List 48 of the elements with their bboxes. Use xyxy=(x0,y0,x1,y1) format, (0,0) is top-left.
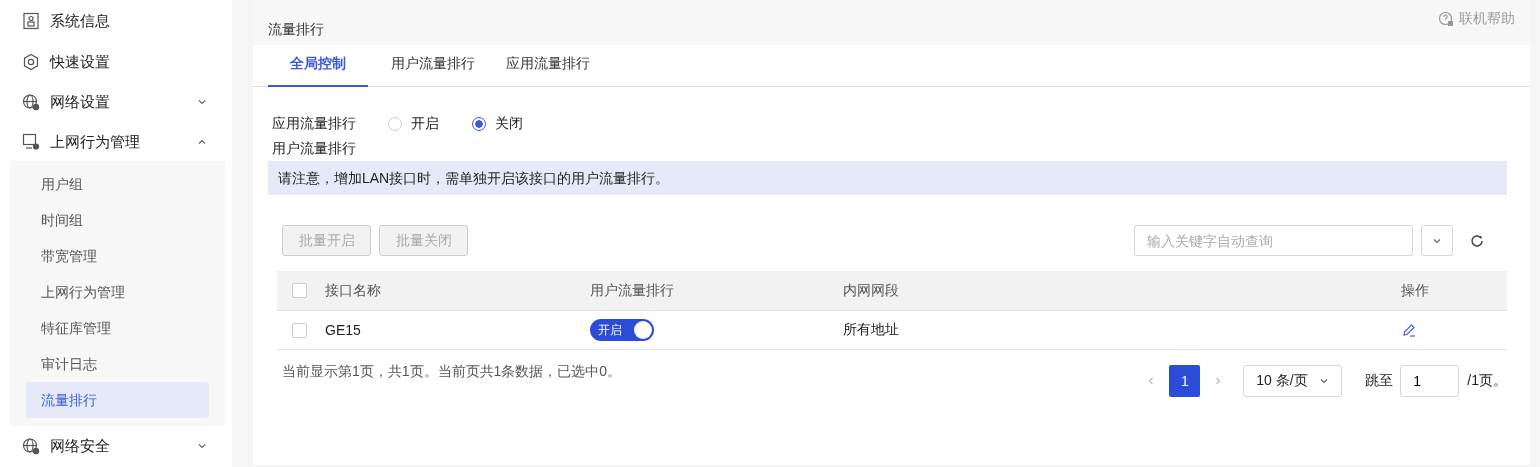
table-cell-text: GE15 xyxy=(325,322,362,338)
tab[interactable]: 应用流量排行 xyxy=(498,45,598,87)
page-button[interactable]: 1 xyxy=(1169,365,1201,397)
radio-option[interactable]: 关闭 xyxy=(472,115,523,133)
monitor-gear-icon xyxy=(22,133,40,151)
submenu-item[interactable]: 上网行为管理 xyxy=(26,274,209,310)
radio-button[interactable] xyxy=(472,117,486,131)
dropdown-button[interactable] xyxy=(1421,225,1453,256)
radio-option[interactable]: 开启 xyxy=(388,115,439,133)
submenu-item[interactable]: 用户组 xyxy=(26,166,209,202)
table-cell-text: 所有地址 xyxy=(843,321,900,339)
tab[interactable]: 用户流量排行 xyxy=(383,45,483,87)
menu-item[interactable]: 上网行为管理 xyxy=(10,122,225,162)
menu-item[interactable]: 网络设置 xyxy=(10,82,225,122)
column-header: 用户流量排行 xyxy=(590,281,675,300)
toggle-switch[interactable]: 开启 xyxy=(590,319,654,341)
submenu-item[interactable]: 特征库管理 xyxy=(26,310,209,346)
notice-banner: 请注意，增加LAN接口时，需单独开启该接口的用户流量排行。 xyxy=(268,161,1507,195)
submenu-item[interactable]: 带宽管理 xyxy=(26,238,209,274)
refresh-icon[interactable] xyxy=(1469,232,1485,249)
help-icon xyxy=(1438,10,1454,27)
checkbox[interactable] xyxy=(292,283,307,298)
submenu-item[interactable]: 流量排行 xyxy=(26,382,209,418)
id-card-icon xyxy=(22,12,40,30)
summary-text: 当前显示第1页，共1页。当前页共1条数据，已选中0。 xyxy=(282,363,622,381)
globe-gear-icon xyxy=(22,93,40,111)
tab[interactable]: 全局控制 xyxy=(268,45,368,87)
page-input[interactable]: 1 xyxy=(1400,365,1460,397)
menu-item[interactable]: 系统信息 xyxy=(10,0,225,42)
page-size-select[interactable]: 10 条/页 xyxy=(1243,365,1343,397)
page-total: /1页。 xyxy=(1467,372,1507,390)
edit-icon[interactable] xyxy=(1401,322,1417,338)
search-field[interactable]: 输入关键字自动查询 xyxy=(1134,225,1413,256)
jump-label: 跳至 xyxy=(1365,372,1394,390)
checkbox[interactable] xyxy=(292,322,307,338)
menu-item[interactable]: 快速设置 xyxy=(10,42,225,82)
field-label: 应用流量排行 xyxy=(272,115,357,133)
column-header: 内网网段 xyxy=(843,281,900,300)
caret-icon xyxy=(1319,376,1330,386)
globe-gear-icon xyxy=(22,437,40,455)
submenu-item[interactable]: 审计日志 xyxy=(26,346,209,382)
page-title: 流量排行 xyxy=(268,20,325,39)
field-label: 用户流量排行 xyxy=(272,139,357,158)
hexagon-icon xyxy=(22,53,40,71)
column-header: 操作 xyxy=(1401,281,1430,300)
column-header: 接口名称 xyxy=(325,281,382,300)
menu-item[interactable]: 网络安全 xyxy=(10,426,225,466)
submenu-item[interactable]: 时间组 xyxy=(26,202,209,238)
